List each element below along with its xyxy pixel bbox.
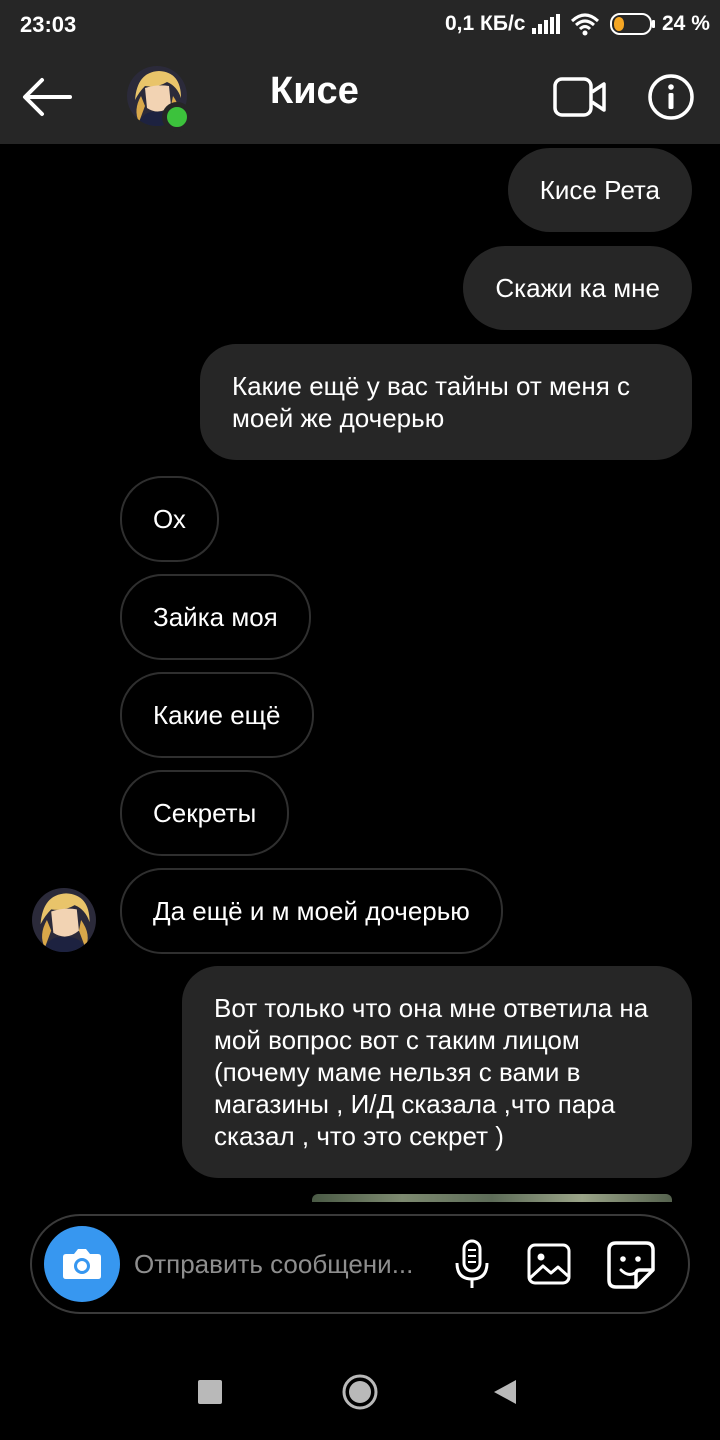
sender-avatar[interactable] (32, 888, 96, 952)
network-speed: 0,1 КБ/с (445, 12, 526, 35)
back-icon[interactable] (492, 1378, 518, 1406)
media-message-preview[interactable] (312, 1194, 672, 1202)
online-status-dot (162, 102, 192, 132)
incoming-message[interactable]: Какие ещё (120, 672, 314, 758)
outgoing-message[interactable]: Какие ещё у вас тайны от меня с моей же … (200, 344, 692, 460)
outgoing-message[interactable]: Скажи ка мне (463, 246, 692, 330)
microphone-icon[interactable] (452, 1238, 492, 1290)
status-bar: 23:03 0,1 КБ/с 24 % (0, 0, 720, 50)
incoming-message[interactable]: Да ещё и м моей дочерью (120, 868, 503, 954)
video-camera-icon[interactable] (552, 74, 608, 120)
camera-button[interactable] (44, 1226, 120, 1302)
incoming-message[interactable]: Секреты (120, 770, 290, 856)
message-composer (30, 1214, 690, 1314)
outgoing-message[interactable]: Кисе Рета (507, 148, 692, 232)
info-icon[interactable] (646, 72, 696, 122)
sticker-icon[interactable] (606, 1240, 656, 1290)
recent-apps-icon[interactable] (198, 1380, 222, 1404)
gallery-icon[interactable] (526, 1242, 572, 1286)
incoming-message[interactable]: Зайка моя (120, 574, 311, 660)
chat-header: Кисе (0, 50, 720, 144)
battery-percent: 24 % (662, 12, 710, 35)
message-input[interactable] (134, 1244, 434, 1284)
battery-icon (610, 13, 655, 35)
system-nav-bar (0, 1340, 720, 1440)
contact-name[interactable]: Кисе (270, 70, 359, 113)
incoming-message[interactable]: Ох (120, 476, 219, 562)
chat-screen: 23:03 0,1 КБ/с 24 % Кисе Кисе Рета Скажи… (0, 0, 720, 1440)
signal-icon (532, 14, 560, 34)
status-time: 23:03 (20, 12, 77, 37)
camera-icon (63, 1249, 101, 1279)
back-arrow-icon[interactable] (18, 72, 76, 122)
wifi-icon (570, 13, 600, 36)
home-icon[interactable] (340, 1372, 380, 1412)
outgoing-message[interactable]: Вот только что она мне ответила на мой в… (182, 966, 692, 1178)
